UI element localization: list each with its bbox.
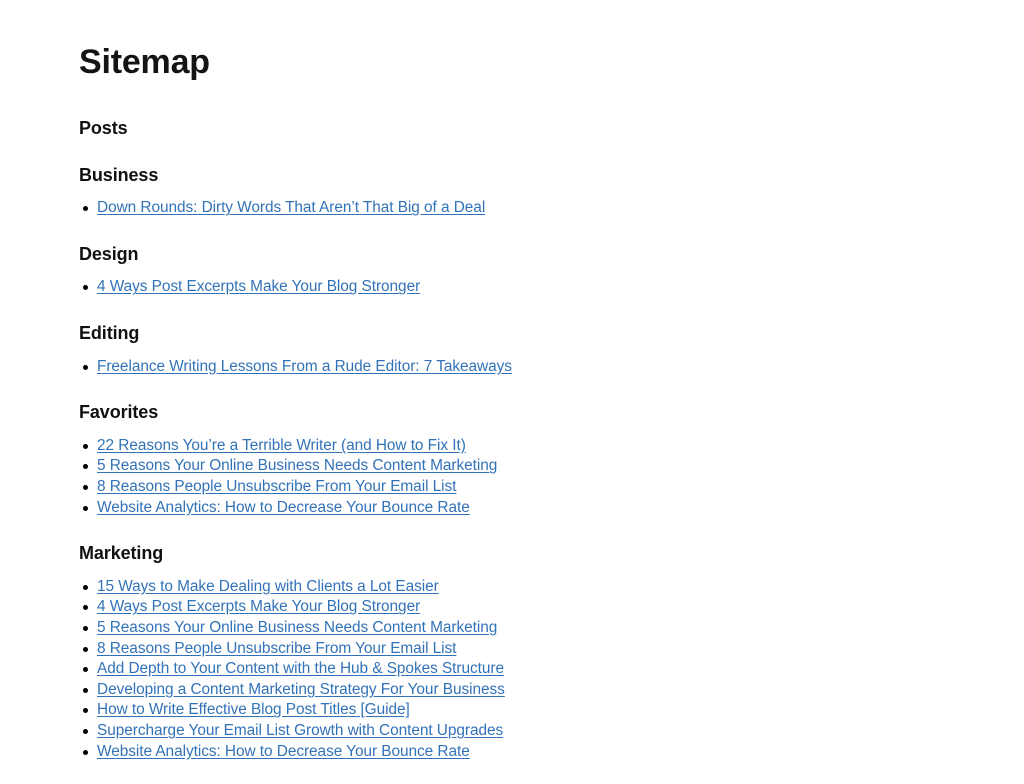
section-heading-posts: Posts (79, 118, 128, 139)
list-item: Website Analytics: How to Decrease Your … (79, 498, 639, 519)
sitemap-link[interactable]: 4 Ways Post Excerpts Make Your Blog Stro… (97, 278, 420, 295)
list-item: 8 Reasons People Unsubscribe From Your E… (79, 639, 639, 660)
sitemap-link[interactable]: Website Analytics: How to Decrease Your … (97, 499, 470, 516)
link-list-marketing: 15 Ways to Make Dealing with Clients a L… (79, 565, 639, 762)
sitemap-link[interactable]: Supercharge Your Email List Growth with … (97, 722, 503, 739)
link-list-business: Down Rounds: Dirty Words That Aren’t Tha… (79, 186, 639, 219)
list-item: Down Rounds: Dirty Words That Aren’t Tha… (79, 198, 639, 219)
list-item: 4 Ways Post Excerpts Make Your Blog Stro… (79, 277, 639, 298)
sitemap-link[interactable]: Developing a Content Marketing Strategy … (97, 681, 505, 698)
link-list-favorites: 22 Reasons You’re a Terrible Writer (and… (79, 424, 639, 518)
sitemap-link[interactable]: How to Write Effective Blog Post Titles … (97, 701, 410, 718)
category-heading-business: Business (79, 164, 159, 185)
list-item: 5 Reasons Your Online Business Needs Con… (79, 456, 639, 477)
list-item: 5 Reasons Your Online Business Needs Con… (79, 618, 639, 639)
page-title: Sitemap (79, 43, 210, 81)
sitemap-page: Sitemap Posts Business Down Rounds: Dirt… (0, 0, 1024, 784)
link-list-editing: Freelance Writing Lessons From a Rude Ed… (79, 345, 639, 378)
list-item: Add Depth to Your Content with the Hub &… (79, 659, 639, 680)
list-item: Freelance Writing Lessons From a Rude Ed… (79, 357, 639, 378)
list-item: 4 Ways Post Excerpts Make Your Blog Stro… (79, 597, 639, 618)
list-item: Website Analytics: How to Decrease Your … (79, 742, 639, 763)
sitemap-content: Sitemap Posts Business Down Rounds: Dirt… (79, 0, 639, 762)
list-item: Developing a Content Marketing Strategy … (79, 680, 639, 701)
list-item: 8 Reasons People Unsubscribe From Your E… (79, 477, 639, 498)
sitemap-link[interactable]: Down Rounds: Dirty Words That Aren’t Tha… (97, 199, 485, 216)
link-list-design: 4 Ways Post Excerpts Make Your Blog Stro… (79, 265, 639, 298)
sitemap-link[interactable]: Freelance Writing Lessons From a Rude Ed… (97, 358, 512, 375)
sitemap-link[interactable]: 5 Reasons Your Online Business Needs Con… (97, 619, 497, 636)
sitemap-link[interactable]: 8 Reasons People Unsubscribe From Your E… (97, 640, 456, 657)
sitemap-link[interactable]: 15 Ways to Make Dealing with Clients a L… (97, 578, 439, 595)
list-item: How to Write Effective Blog Post Titles … (79, 700, 639, 721)
category-heading-favorites: Favorites (79, 402, 159, 423)
list-item: 22 Reasons You’re a Terrible Writer (and… (79, 436, 639, 457)
sitemap-link[interactable]: Add Depth to Your Content with the Hub &… (97, 660, 504, 677)
sitemap-link[interactable]: 22 Reasons You’re a Terrible Writer (and… (97, 437, 466, 454)
list-item: 15 Ways to Make Dealing with Clients a L… (79, 577, 639, 598)
sitemap-link[interactable]: 8 Reasons People Unsubscribe From Your E… (97, 478, 456, 495)
sitemap-link[interactable]: Website Analytics: How to Decrease Your … (97, 743, 470, 760)
sitemap-link[interactable]: 4 Ways Post Excerpts Make Your Blog Stro… (97, 598, 420, 615)
category-heading-editing: Editing (79, 323, 140, 344)
list-item: Supercharge Your Email List Growth with … (79, 721, 639, 742)
category-heading-marketing: Marketing (79, 543, 164, 564)
sitemap-link[interactable]: 5 Reasons Your Online Business Needs Con… (97, 457, 497, 474)
category-heading-design: Design (79, 243, 139, 264)
